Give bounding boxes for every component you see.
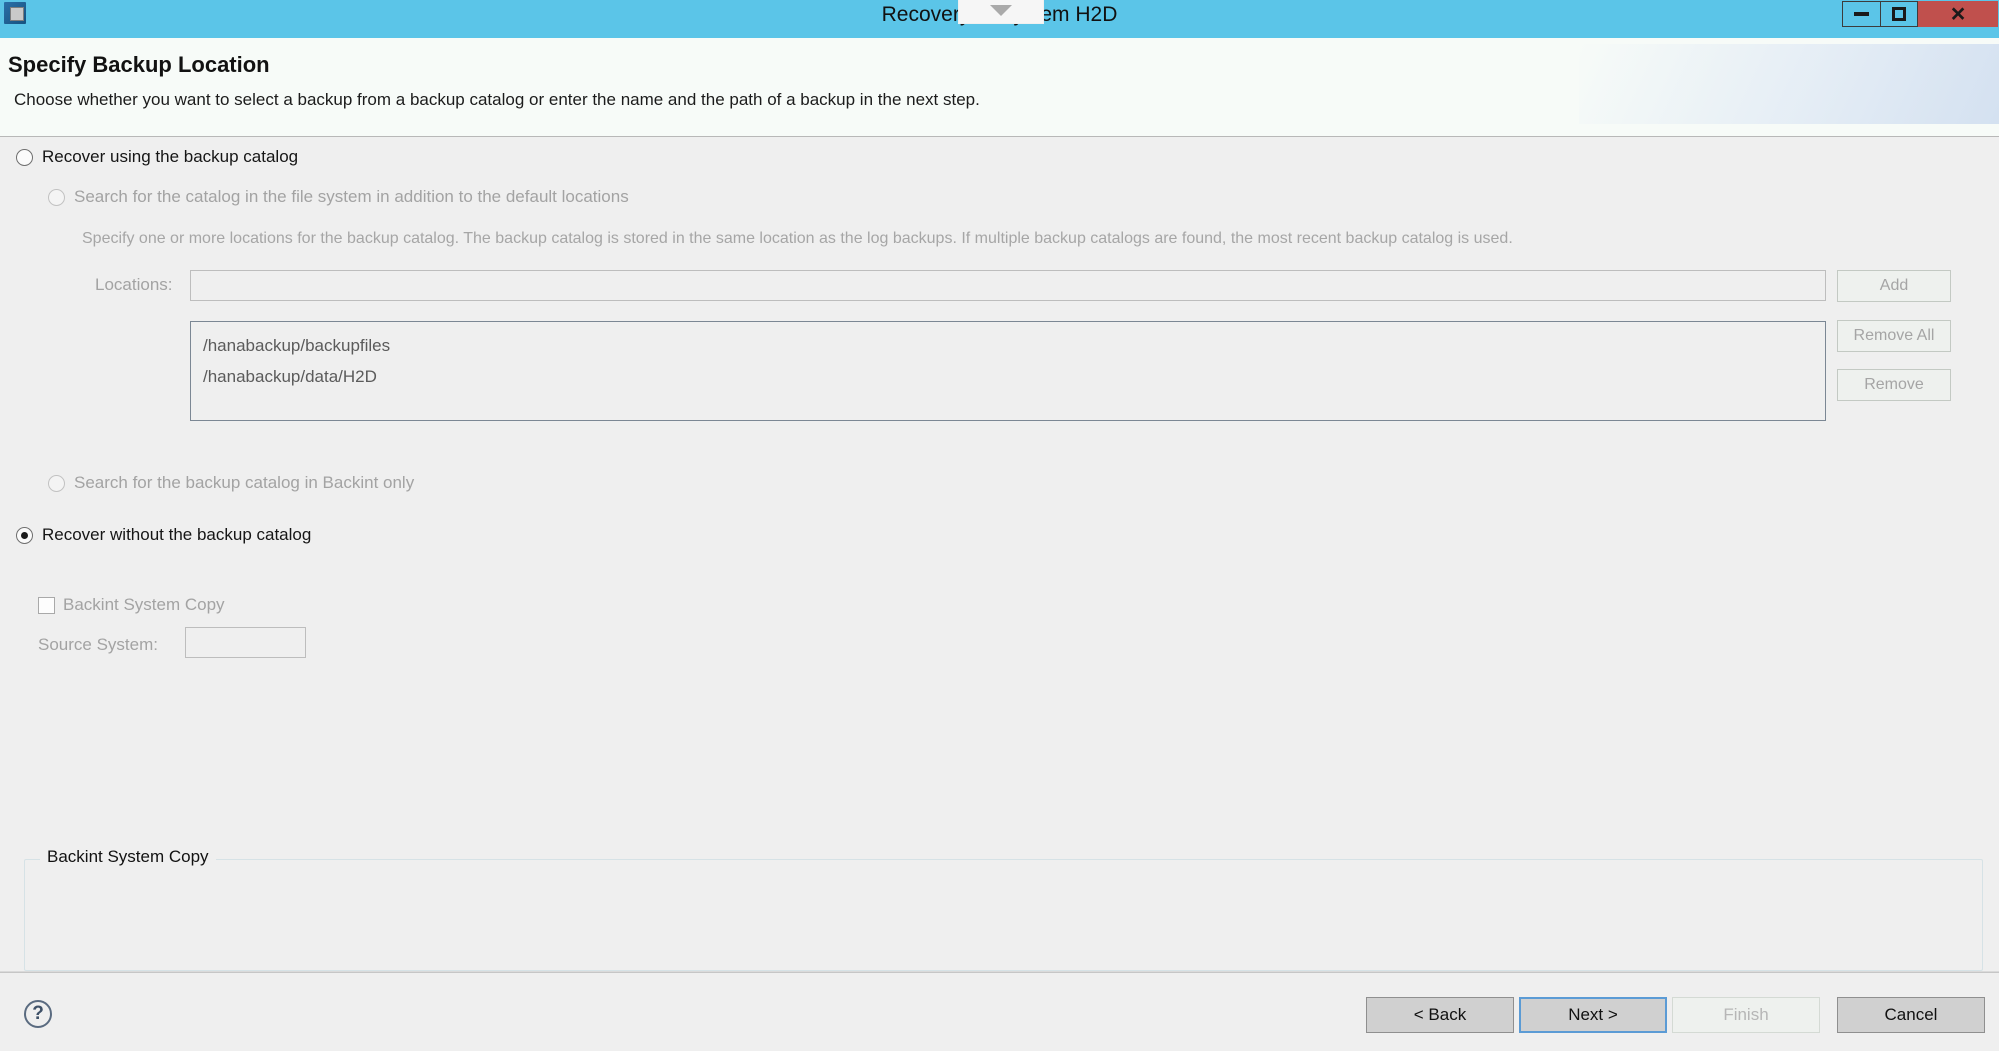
header-watermark-graphic [1579, 44, 1999, 124]
radio-label: Search for the catalog in the file syste… [74, 187, 629, 206]
checkbox-label: Backint System Copy [63, 595, 225, 614]
radio-indicator [16, 526, 33, 544]
close-icon: × [1950, 0, 1966, 28]
backint-system-copy-group [24, 859, 1983, 971]
radio-indicator [16, 148, 33, 166]
locations-label: Locations: [95, 275, 173, 294]
locations-input[interactable] [190, 270, 1826, 301]
finish-button[interactable]: Finish [1672, 997, 1820, 1033]
footer-separator [0, 971, 1999, 973]
radio-label: Search for the backup catalog in Backint… [74, 473, 415, 492]
help-icon[interactable]: ? [24, 1000, 52, 1028]
locations-list[interactable]: /hanabackup/backupfiles /hanabackup/data… [190, 321, 1826, 421]
source-system-input[interactable] [185, 627, 306, 658]
page-title: Specify Backup Location [8, 52, 270, 77]
wizard-header: Specify Backup Location Choose whether y… [0, 38, 1999, 137]
title-bar: Recovery of System H2D × [0, 0, 1999, 38]
radio-indicator [48, 474, 65, 492]
radio-recover-using-catalog[interactable]: Recover using the backup catalog [16, 147, 298, 167]
catalog-hint-text: Specify one or more locations for the ba… [82, 230, 1513, 247]
list-item[interactable]: /hanabackup/backupfiles [203, 330, 1825, 361]
radio-label: Recover using the backup catalog [42, 147, 299, 166]
radio-label: Recover without the backup catalog [42, 525, 312, 544]
group-title: Backint System Copy [40, 847, 216, 867]
cancel-button[interactable]: Cancel [1837, 997, 1985, 1033]
chevron-down-icon [990, 5, 1012, 16]
page-description: Choose whether you want to select a back… [14, 90, 980, 109]
minimize-button[interactable] [1842, 1, 1880, 27]
next-button[interactable]: Next > [1519, 997, 1667, 1033]
minimize-icon [1854, 12, 1869, 16]
radio-indicator [48, 188, 65, 206]
close-button[interactable]: × [1918, 1, 1998, 27]
maximize-icon [1892, 7, 1906, 21]
list-item[interactable]: /hanabackup/data/H2D [203, 361, 1825, 392]
recovery-wizard-window: Recovery of System H2D × Specify Backup … [0, 0, 1999, 1051]
maximize-button[interactable] [1880, 1, 1918, 27]
checkbox-backint-system-copy[interactable]: Backint System Copy [38, 595, 225, 615]
title-overlay-popup[interactable] [958, 0, 1044, 24]
radio-search-backint-only[interactable]: Search for the backup catalog in Backint… [48, 473, 414, 493]
back-button[interactable]: < Back [1366, 997, 1514, 1033]
wizard-body: Recover using the backup catalog Search … [0, 137, 1999, 971]
checkbox-indicator [38, 596, 55, 614]
add-button[interactable]: Add [1837, 270, 1951, 302]
remove-button[interactable]: Remove [1837, 369, 1951, 401]
source-system-label: Source System: [38, 635, 158, 654]
radio-search-file-system[interactable]: Search for the catalog in the file syste… [48, 187, 629, 207]
radio-recover-without-catalog[interactable]: Recover without the backup catalog [16, 525, 311, 545]
remove-all-button[interactable]: Remove All [1837, 320, 1951, 352]
